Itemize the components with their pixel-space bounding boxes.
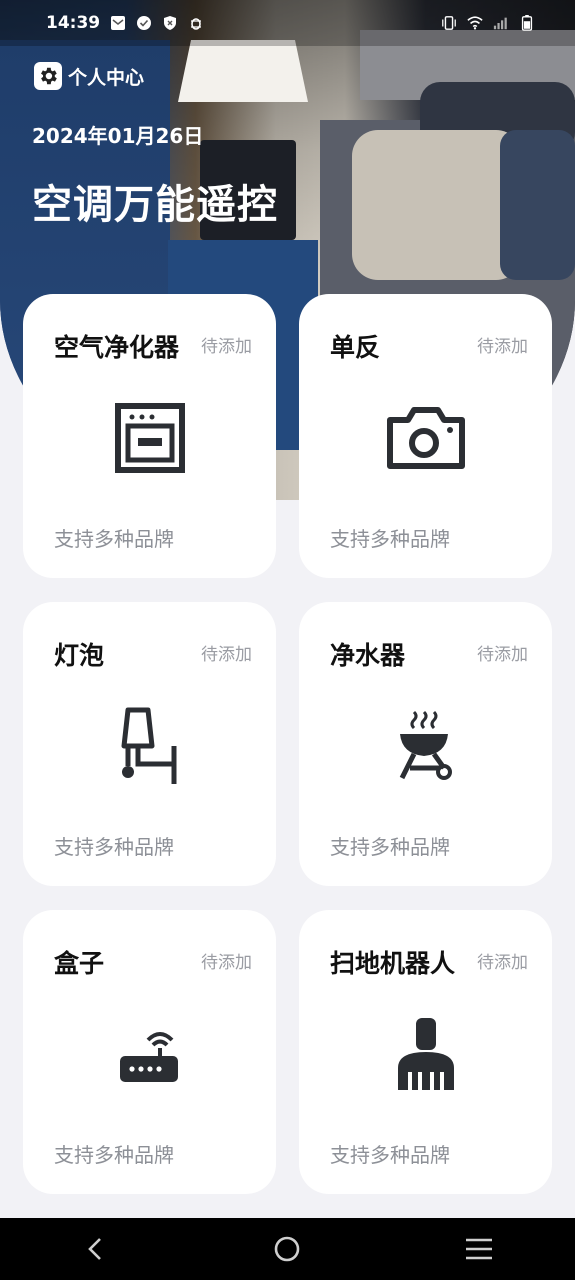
broom-icon: [386, 1014, 466, 1094]
page-title: 空调万能遥控: [32, 182, 278, 228]
check-circle-icon: [137, 16, 152, 30]
date-label: 2024年01月26日: [32, 124, 204, 148]
device-status: 待添加: [477, 337, 528, 357]
device-card-robot-vacuum[interactable]: 扫地机器人 待添加 支持多种品牌: [299, 910, 552, 1194]
status-bar: 14:39: [0, 0, 575, 46]
back-icon[interactable]: [66, 1219, 126, 1279]
router-icon: [110, 1014, 190, 1094]
device-grid: 空气净化器 待添加 支持多种品牌 单反 待添加 支持多种品牌 灯泡 待添加 支持…: [23, 294, 552, 1194]
device-card-water-purifier[interactable]: 净水器 待添加 支持多种品牌: [299, 602, 552, 886]
status-time: 14:39: [46, 13, 101, 33]
mail-icon: [111, 16, 126, 30]
screen: 14:39 个人中心 2024年01月26日 空调万能遥控 空气净化器 待添加 …: [0, 0, 575, 1280]
device-name: 单反: [330, 333, 381, 362]
system-nav-bar: [0, 1218, 575, 1280]
device-desc: 支持多种品牌: [54, 1143, 174, 1167]
vibrate-icon: [442, 16, 456, 30]
device-desc: 支持多种品牌: [330, 1143, 450, 1167]
device-name: 净水器: [330, 641, 406, 670]
oven-icon: [110, 398, 190, 478]
profile-button[interactable]: 个人中心: [34, 62, 144, 90]
signal-icon: [493, 17, 507, 30]
device-name: 灯泡: [54, 641, 105, 670]
device-desc: 支持多种品牌: [54, 835, 174, 859]
menu-icon[interactable]: [449, 1219, 509, 1279]
device-card-box[interactable]: 盒子 待添加 支持多种品牌: [23, 910, 276, 1194]
profile-label: 个人中心: [68, 66, 145, 89]
shield-icon: [164, 16, 177, 30]
device-name: 盒子: [54, 949, 105, 978]
device-desc: 支持多种品牌: [54, 527, 174, 551]
device-name: 扫地机器人: [330, 949, 456, 978]
wifi-icon: [467, 16, 483, 30]
device-card-camera[interactable]: 单反 待添加 支持多种品牌: [299, 294, 552, 578]
battery-icon: [521, 15, 533, 31]
device-status: 待添加: [201, 645, 252, 665]
camera-icon: [386, 398, 466, 478]
bug-icon: [191, 18, 202, 30]
device-status: 待添加: [201, 337, 252, 357]
device-status: 待添加: [201, 953, 252, 973]
home-icon[interactable]: [257, 1219, 317, 1279]
grill-icon: [386, 706, 466, 786]
gear-icon: [34, 62, 62, 90]
device-desc: 支持多种品牌: [330, 527, 450, 551]
device-desc: 支持多种品牌: [330, 835, 450, 859]
device-status: 待添加: [477, 645, 528, 665]
device-status: 待添加: [477, 953, 528, 973]
device-name: 空气净化器: [54, 333, 180, 362]
lamp-chair-icon: [110, 706, 190, 786]
device-card-bulb[interactable]: 灯泡 待添加 支持多种品牌: [23, 602, 276, 886]
device-card-air-purifier[interactable]: 空气净化器 待添加 支持多种品牌: [23, 294, 276, 578]
